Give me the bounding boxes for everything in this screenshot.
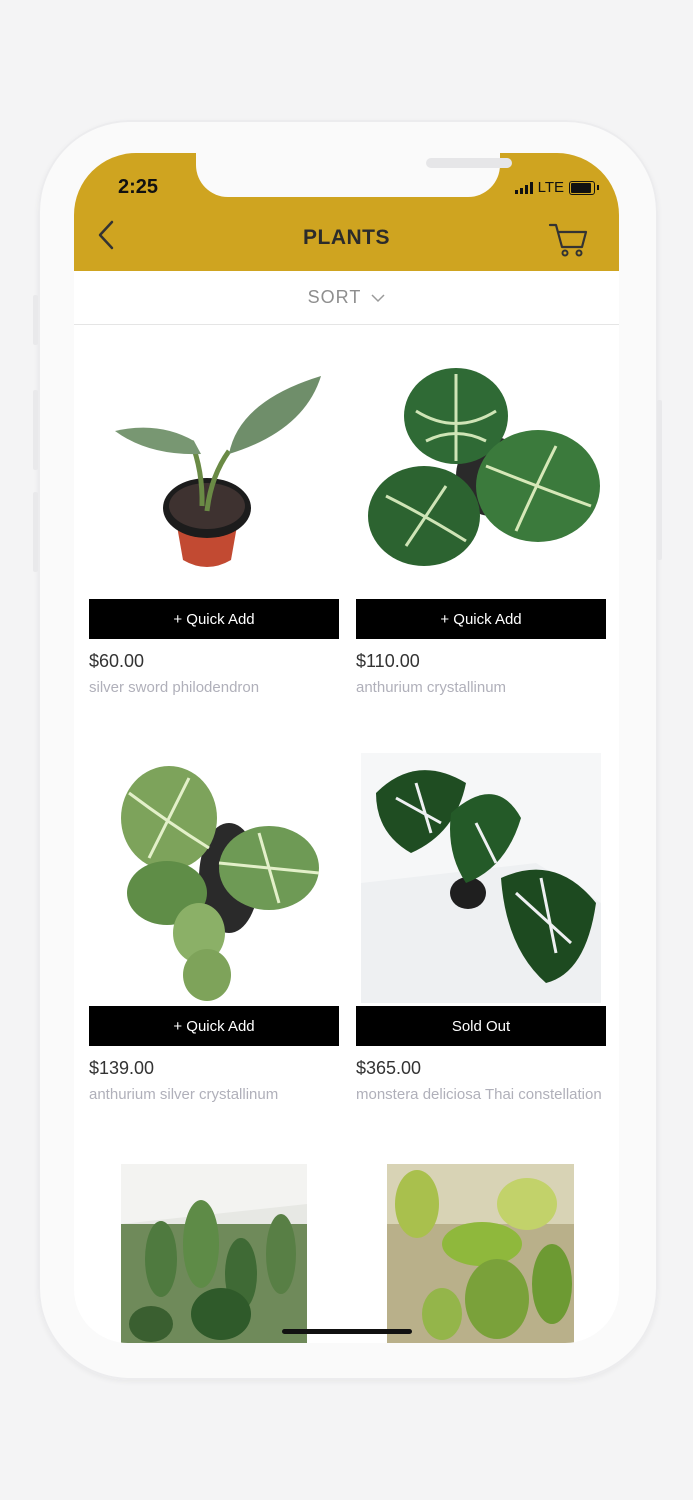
speaker-grille — [426, 158, 512, 168]
chevron-down-icon — [371, 293, 385, 302]
sort-dropdown[interactable]: SORT — [74, 271, 619, 325]
product-name[interactable]: anthurium crystallinum — [356, 677, 606, 698]
product-price: $110.00 — [356, 651, 420, 671]
quick-add-button[interactable]: + Quick Add — [89, 1006, 339, 1046]
signal-icon — [514, 181, 533, 194]
sold-out-button[interactable]: Sold Out — [356, 1006, 606, 1046]
plant-photo-cactus — [121, 1164, 307, 1343]
sort-label: SORT — [307, 287, 362, 307]
phone-side-button — [657, 400, 662, 560]
home-indicator[interactable] — [282, 1329, 412, 1334]
product-image[interactable] — [356, 346, 606, 596]
product-name[interactable]: silver sword philodendron — [89, 677, 339, 698]
top-nav-bar: PLANTS — [74, 198, 619, 271]
plant-photo-anthurium-silver — [89, 753, 339, 1003]
product-price: $139.00 — [89, 1058, 155, 1078]
phone-side-button — [33, 295, 38, 345]
app-screen: 2:25 LTE PLANTS SORT + Quick Add $60.00 … — [74, 153, 619, 1343]
product-image[interactable] — [89, 753, 339, 1003]
battery-icon — [569, 180, 595, 195]
plant-photo-monstera — [356, 753, 606, 1003]
product-image[interactable] — [387, 1164, 574, 1343]
network-label: LTE — [537, 179, 564, 196]
phone-notch — [196, 153, 512, 197]
product-name[interactable]: monstera deliciosa Thai constellation — [356, 1084, 606, 1105]
quick-add-button[interactable]: + Quick Add — [356, 599, 606, 639]
product-image[interactable] — [89, 346, 339, 596]
phone-side-button — [33, 390, 38, 470]
phone-side-button — [33, 492, 38, 572]
cart-icon — [548, 223, 588, 257]
product-image[interactable] — [356, 753, 606, 1003]
page-title: PLANTS — [303, 226, 390, 249]
product-price: $60.00 — [89, 651, 145, 671]
status-time: 2:25 — [118, 176, 159, 198]
product-image[interactable] — [121, 1164, 307, 1343]
plant-photo-silver-sword — [89, 346, 339, 596]
product-name[interactable]: anthurium silver crystallinum — [89, 1084, 339, 1105]
cart-button[interactable] — [548, 220, 590, 260]
status-indicators: LTE — [514, 179, 599, 196]
product-price: $365.00 — [356, 1058, 422, 1078]
battery-tip — [597, 185, 599, 190]
quick-add-button[interactable]: + Quick Add — [89, 599, 339, 639]
plant-photo-anthurium — [356, 346, 606, 596]
plant-photo-variegated — [387, 1164, 574, 1343]
